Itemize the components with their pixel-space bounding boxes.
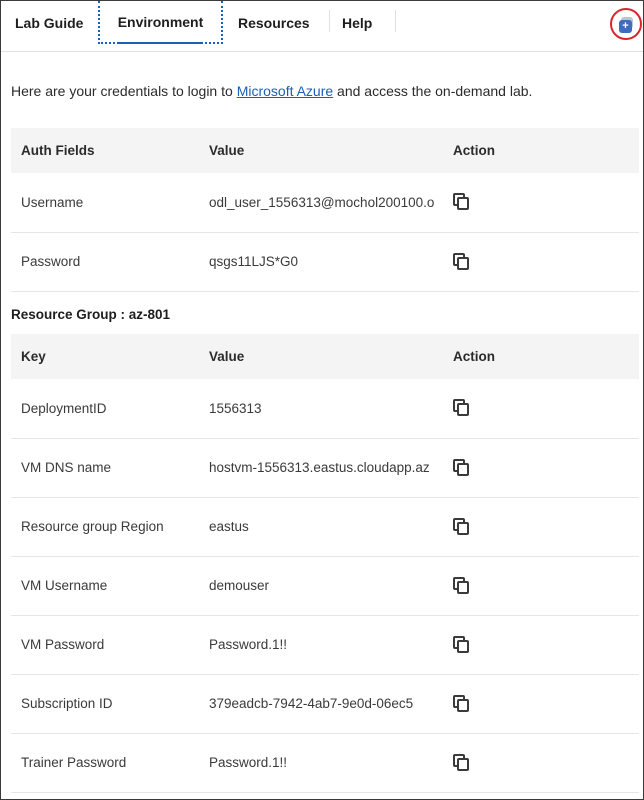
popout-window-button[interactable]: +	[610, 8, 642, 40]
active-tab-indicator	[118, 42, 202, 44]
column-header: Value	[199, 334, 443, 379]
credentials-intro: Here are your credentials to login to Mi…	[11, 83, 532, 99]
field-label: DeploymentID	[11, 379, 199, 439]
copy-icon[interactable]	[453, 458, 471, 477]
field-value: eastus	[199, 497, 443, 557]
tab-lab-guide[interactable]: Lab Guide	[15, 1, 83, 45]
column-header: Action	[443, 128, 639, 173]
field-value: demouser	[199, 556, 443, 616]
copy-icon[interactable]	[453, 252, 471, 271]
column-header: Action	[443, 334, 639, 379]
table-row: Trainer Password Password.1!!	[11, 733, 639, 793]
copy-icon[interactable]	[453, 193, 471, 211]
column-header: Auth Fields	[11, 128, 199, 173]
tab-environment[interactable]: Environment	[98, 1, 223, 44]
table-row: VM Password Password.1!!	[11, 615, 639, 675]
table-header-row: Auth Fields Value Action	[11, 128, 639, 173]
field-label: Username	[11, 173, 199, 233]
table-header-row: Key Value Action	[11, 334, 639, 379]
intro-text-after: and access the on-demand lab.	[333, 83, 533, 99]
resource-group-table: Key Value Action DeploymentID 1556313 VM…	[11, 334, 639, 793]
table-row: Subscription ID 379eadcb-7942-4ab7-9e0d-…	[11, 674, 639, 734]
column-header: Value	[199, 128, 443, 173]
field-label: VM DNS name	[11, 438, 199, 498]
copy-icon[interactable]	[453, 576, 471, 595]
tab-divider	[395, 10, 396, 32]
field-value: 379eadcb-7942-4ab7-9e0d-06ec5	[199, 674, 443, 734]
copy-icon[interactable]	[453, 694, 471, 713]
tab-help[interactable]: Help	[342, 1, 372, 45]
field-label: VM Password	[11, 615, 199, 675]
table-row: Resource group Region eastus	[11, 497, 639, 557]
field-label: VM Username	[11, 556, 199, 616]
field-label: Subscription ID	[11, 674, 199, 734]
table-row: VM DNS name hostvm-1556313.eastus.clouda…	[11, 438, 639, 498]
copy-icon[interactable]	[453, 517, 471, 536]
field-value: hostvm-1556313.eastus.cloudapp.az	[199, 438, 443, 498]
tab-divider	[329, 10, 330, 32]
microsoft-azure-link[interactable]: Microsoft Azure	[237, 83, 333, 99]
copy-icon[interactable]	[453, 753, 471, 772]
field-value: odl_user_1556313@mochol200100.o	[199, 173, 443, 233]
table-row: Username odl_user_1556313@mochol200100.o	[11, 173, 639, 233]
table-row: DeploymentID 1556313	[11, 379, 639, 439]
field-label: Trainer Password	[11, 733, 199, 793]
lab-panel: Lab Guide Environment Resources Help + H…	[0, 0, 644, 800]
intro-text-before: Here are your credentials to login to	[11, 83, 237, 99]
tab-bar: Lab Guide Environment Resources Help +	[1, 1, 643, 52]
field-label: Password	[11, 232, 199, 292]
field-value: Password.1!!	[199, 615, 443, 675]
tab-resources[interactable]: Resources	[238, 1, 310, 45]
copy-icon[interactable]	[453, 635, 471, 654]
table-row: VM Username demouser	[11, 556, 639, 616]
column-header: Key	[11, 334, 199, 379]
copy-icon[interactable]	[453, 399, 471, 417]
field-value: Password.1!!	[199, 733, 443, 793]
field-value: 1556313	[199, 379, 443, 439]
resource-group-heading: Resource Group : az-801	[11, 307, 171, 322]
field-value: qsgs11LJS*G0	[199, 232, 443, 292]
field-label: Resource group Region	[11, 497, 199, 557]
auth-table: Auth Fields Value Action Username odl_us…	[11, 128, 639, 292]
table-row: Password qsgs11LJS*G0	[11, 232, 639, 292]
